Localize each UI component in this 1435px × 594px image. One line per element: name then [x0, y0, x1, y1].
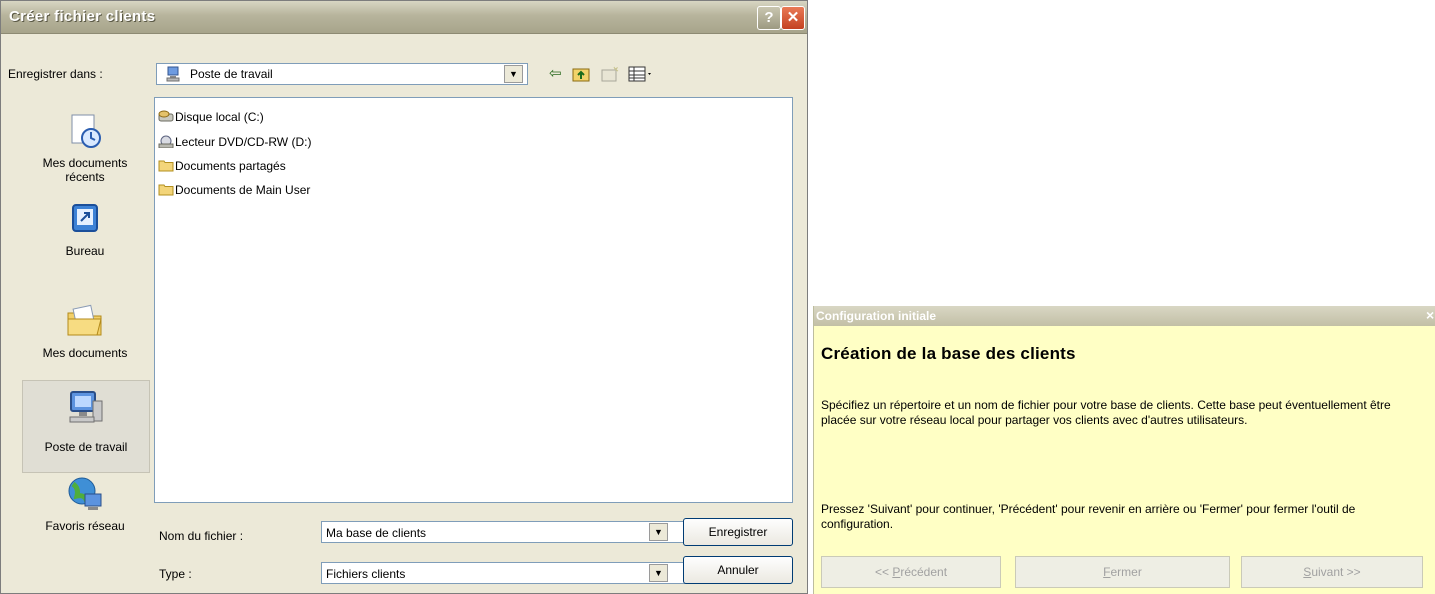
- new-folder-icon[interactable]: [601, 66, 619, 82]
- place-label: Poste de travail: [44, 440, 128, 454]
- place-label: Mes documents récents: [42, 156, 128, 184]
- config-title-bar[interactable]: Configuration initiale ×: [814, 306, 1435, 326]
- view-menu-icon[interactable]: [628, 66, 654, 82]
- place-desktop[interactable]: Bureau: [22, 199, 148, 258]
- config-title: Configuration initiale: [816, 309, 936, 323]
- config-close-icon[interactable]: ×: [1426, 307, 1434, 323]
- dialog-title: Créer fichier clients: [9, 8, 156, 25]
- list-item[interactable]: Documents de Main User: [158, 183, 310, 201]
- file-list[interactable]: Disque local (C:) Lecteur DVD/CD-RW (D:)…: [154, 97, 793, 503]
- button-label: ermer: [1110, 565, 1142, 579]
- place-label: Favoris réseau: [45, 519, 125, 533]
- dialog-title-bar[interactable]: Créer fichier clients ? ✕: [1, 1, 807, 34]
- my-documents-icon: [67, 304, 102, 336]
- help-button[interactable]: ?: [757, 6, 781, 30]
- config-panel: Configuration initiale × Création de la …: [813, 306, 1435, 594]
- file-type-dropdown-arrow[interactable]: ▼: [649, 564, 668, 582]
- config-instructions: Pressez 'Suivant' pour continuer, 'Précé…: [821, 502, 1356, 531]
- computer-icon: [166, 66, 180, 82]
- filename-dropdown-arrow[interactable]: ▼: [649, 523, 668, 541]
- file-name: Disque local (C:): [175, 110, 264, 124]
- save-button[interactable]: Enregistrer: [683, 518, 793, 546]
- config-description: Spécifiez un répertoire et un nom de fic…: [821, 398, 1391, 427]
- place-recent-documents[interactable]: Mes documents récents: [22, 111, 148, 184]
- file-type-select[interactable]: Fichiers clients ▼: [321, 562, 694, 584]
- filename-value: Ma base de clients: [326, 526, 427, 540]
- previous-button[interactable]: << Précédent: [821, 556, 1001, 588]
- list-item[interactable]: Lecteur DVD/CD-RW (D:): [158, 135, 311, 153]
- config-heading: Création de la base des clients: [821, 344, 1076, 363]
- up-folder-icon[interactable]: [572, 66, 590, 82]
- button-label: <<: [874, 565, 893, 579]
- my-computer-icon: [69, 391, 103, 423]
- network-places-icon: [68, 477, 102, 510]
- place-label: Bureau: [65, 244, 105, 258]
- list-item[interactable]: Disque local (C:): [158, 110, 264, 128]
- place-label: Mes documents: [42, 346, 128, 360]
- save-in-dropdown-arrow[interactable]: ▼: [504, 65, 523, 83]
- folder-icon: [158, 184, 174, 196]
- dvd-drive-icon: [158, 135, 174, 148]
- save-dialog: Créer fichier clients ? ✕ Enregistrer da…: [0, 0, 808, 594]
- button-label: uivant >>: [1311, 565, 1361, 579]
- desktop-icon: [72, 204, 98, 232]
- folder-icon: [158, 160, 174, 172]
- file-name: Documents de Main User: [175, 183, 311, 197]
- type-label: Type :: [159, 567, 192, 581]
- hard-drive-icon: [158, 110, 174, 122]
- button-label: récédent: [900, 565, 948, 579]
- close-button[interactable]: ✕: [781, 6, 805, 30]
- save-in-value: Poste de travail: [190, 67, 273, 81]
- save-in-label: Enregistrer dans :: [8, 67, 103, 81]
- back-arrow-icon[interactable]: ⇦: [549, 66, 562, 82]
- next-button[interactable]: Suivant >>: [1241, 556, 1423, 588]
- recent-documents-icon: [71, 114, 101, 148]
- list-item[interactable]: Documents partagés: [158, 159, 286, 177]
- cancel-button[interactable]: Annuler: [683, 556, 793, 584]
- file-type-value: Fichiers clients: [326, 567, 406, 581]
- place-my-documents[interactable]: Mes documents: [22, 301, 148, 360]
- filename-input[interactable]: Ma base de clients ▼: [321, 521, 694, 543]
- save-in-dropdown[interactable]: Poste de travail ▼: [156, 63, 528, 85]
- button-accesskey: F: [1103, 565, 1111, 579]
- filename-label: Nom du fichier :: [159, 529, 244, 543]
- close-config-button[interactable]: Fermer: [1015, 556, 1230, 588]
- places-bar: Mes documents récents Bureau Mes documen…: [22, 96, 150, 593]
- file-name: Documents partagés: [175, 159, 286, 173]
- place-my-computer[interactable]: Poste de travail: [22, 380, 150, 473]
- file-name: Lecteur DVD/CD-RW (D:): [175, 135, 312, 149]
- place-network[interactable]: Favoris réseau: [22, 474, 148, 533]
